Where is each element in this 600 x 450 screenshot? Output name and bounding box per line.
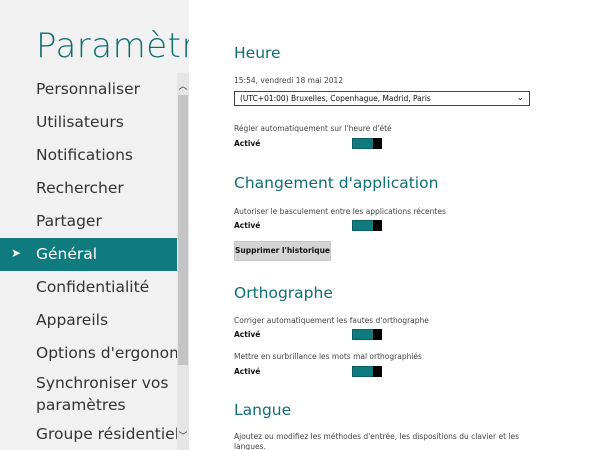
app-switch-toggle[interactable] [352, 220, 382, 231]
chevron-down-icon[interactable]: ﹀ [177, 429, 189, 442]
dst-status: Activé [234, 139, 261, 148]
current-datetime: 15:54, vendredi 18 mai 2012 [234, 76, 344, 85]
autocorrect-toggle[interactable] [352, 329, 382, 340]
sidebar-item-label: Général [36, 245, 98, 263]
scrollbar-thumb[interactable] [178, 95, 188, 365]
sidebar-item-utilisateurs[interactable]: Utilisateurs [0, 106, 177, 139]
app-switch-label: Autoriser le basculement entre les appli… [234, 207, 446, 216]
dst-toggle[interactable] [352, 138, 382, 149]
section-title-orthographe: Orthographe [234, 284, 333, 302]
app-switch-status: Activé [234, 221, 261, 230]
sidebar-item-ergonomie[interactable]: Options d'ergonomie [0, 337, 189, 370]
chevron-down-icon: ⌄ [516, 93, 524, 103]
autocorrect-status: Activé [234, 330, 261, 339]
chevron-up-icon[interactable]: ︿ [177, 79, 189, 92]
sidebar-item-personnaliser[interactable]: Personnaliser [0, 73, 177, 106]
sidebar-nav: Personnaliser Utilisateurs Notifications… [0, 73, 189, 450]
autocorrect-label: Corriger automatiquement les fautes d'or… [234, 316, 429, 325]
highlight-status: Activé [234, 367, 261, 376]
sidebar-item-appareils[interactable]: Appareils [0, 304, 177, 337]
sidebar-item-confidentialite[interactable]: Confidentialité [0, 271, 177, 304]
toggle-knob [373, 220, 382, 231]
sidebar-item-rechercher[interactable]: Rechercher [0, 172, 177, 205]
sidebar-item-notifications[interactable]: Notifications [0, 139, 177, 172]
sidebar-item-partager[interactable]: Partager [0, 205, 177, 238]
sidebar-item-general[interactable]: ➤ Général [0, 238, 189, 271]
sidebar-scrollbar[interactable]: ︿ ﹀ [177, 73, 189, 450]
section-title-app-switching: Changement d'application [234, 174, 439, 192]
dst-label: Régler automatiquement sur l'heure d'été [234, 124, 392, 133]
sidebar-item-groupe-residentiel[interactable]: Groupe résidentiel [0, 418, 179, 450]
settings-content: Heure 15:54, vendredi 18 mai 2012 (UTC+0… [234, 0, 600, 450]
highlight-label: Mettre en surbrillance les mots mal orth… [234, 352, 422, 361]
sidebar-item-synchroniser[interactable]: Synchroniser vos paramètres [0, 370, 177, 418]
section-title-langue: Langue [234, 401, 292, 419]
timezone-select[interactable]: (UTC+01:00) Bruxelles, Copenhague, Madri… [234, 91, 530, 106]
highlight-toggle[interactable] [352, 366, 382, 377]
mouse-cursor-icon: ➤ [11, 246, 22, 260]
section-title-heure: Heure [234, 44, 281, 62]
timezone-value: (UTC+01:00) Bruxelles, Copenhague, Madri… [240, 94, 431, 103]
language-description[interactable]: Ajoutez ou modifiez les méthodes d'entré… [234, 432, 534, 450]
page-title: Paramètr... [36, 26, 189, 66]
clear-history-button[interactable]: Supprimer l'historique [234, 241, 331, 261]
toggle-knob [373, 366, 382, 377]
toggle-knob [373, 329, 382, 340]
sidebar: Paramètr... Personnaliser Utilisateurs N… [0, 0, 189, 450]
toggle-knob [373, 138, 382, 149]
